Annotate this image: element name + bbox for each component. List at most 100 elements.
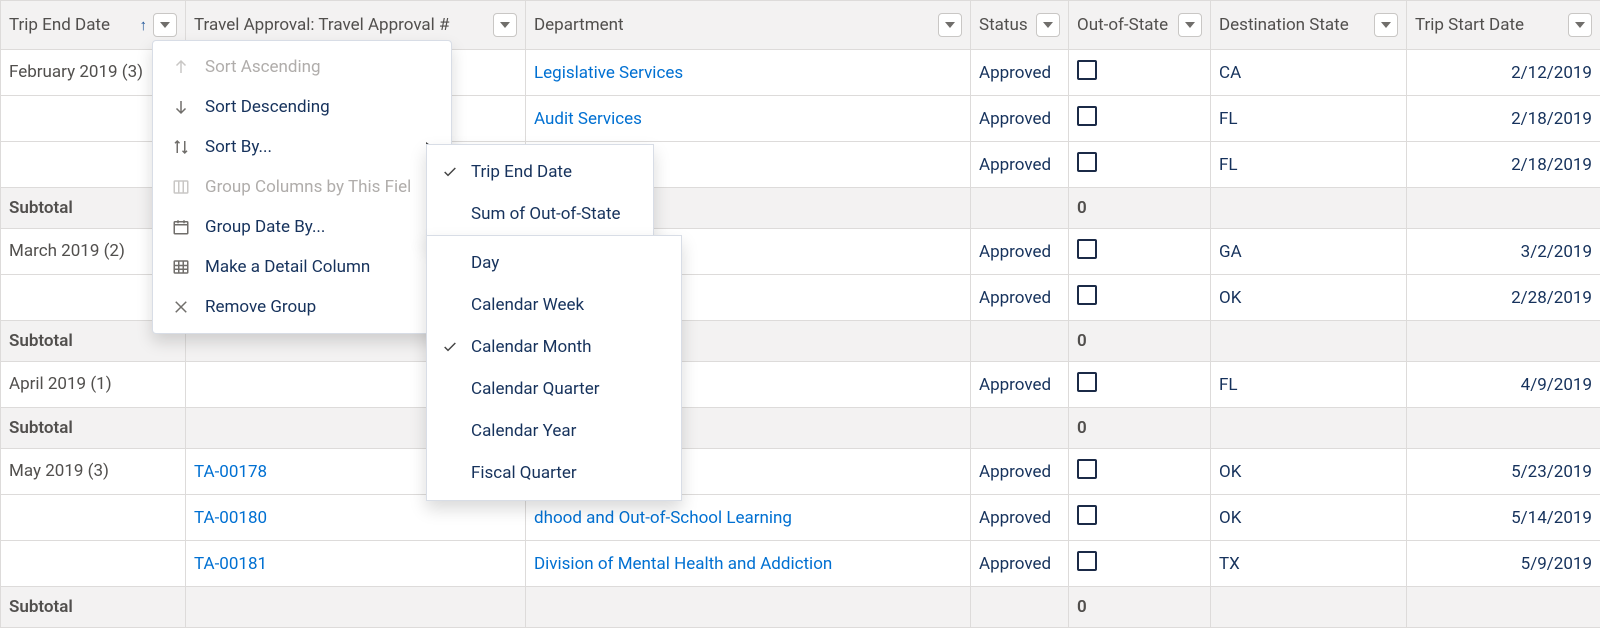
col-header-trip-start-date[interactable]: Trip Start Date: [1407, 1, 1600, 50]
menu-sort-descending[interactable]: Sort Descending: [153, 87, 451, 127]
cell-destination: FL: [1211, 362, 1407, 408]
arrow-up-icon: [171, 57, 191, 77]
subtotal-cell: [1211, 188, 1407, 229]
menu-label: Sort Ascending: [205, 57, 321, 77]
ta-link[interactable]: TA-00181: [194, 554, 267, 574]
cell-destination: CA: [1211, 50, 1407, 96]
cell-status: Approved: [971, 229, 1069, 275]
checkbox-unchecked[interactable]: [1077, 106, 1097, 126]
subtotal-cell: [186, 587, 526, 628]
menu-label: Remove Group: [205, 297, 316, 317]
dept-link[interactable]: Division of Mental Health and Addiction: [534, 554, 832, 574]
checkbox-unchecked[interactable]: [1077, 551, 1097, 571]
menu-label: Group Date By...: [205, 217, 325, 237]
col-label: Department: [534, 15, 932, 35]
check-icon: [441, 339, 459, 355]
submenu-day[interactable]: Day: [427, 242, 681, 284]
column-context-menu: Sort Ascending Sort Descending Sort By..…: [152, 40, 452, 334]
col-label: Travel Approval: Travel Approval #: [194, 15, 487, 35]
submenu-calendar-quarter[interactable]: Calendar Quarter: [427, 368, 681, 410]
menu-group-date-by[interactable]: Group Date By...: [153, 207, 451, 247]
col-header-status[interactable]: Status: [971, 1, 1069, 50]
submenu-calendar-week[interactable]: Calendar Week: [427, 284, 681, 326]
dept-link[interactable]: dhood and Out-of-School Learning: [534, 508, 792, 528]
cell-out-of-state: [1069, 541, 1211, 587]
columns-icon: [171, 177, 191, 197]
checkbox-unchecked[interactable]: [1077, 505, 1097, 525]
cell-out-of-state: [1069, 96, 1211, 142]
cell-trip-start: 4/9/2019: [1407, 362, 1600, 408]
cell-status: Approved: [971, 495, 1069, 541]
col-label: Status: [979, 15, 1030, 35]
subtotal-cell: [1407, 321, 1600, 362]
col-menu-button[interactable]: [1374, 13, 1398, 37]
cell-out-of-state: [1069, 50, 1211, 96]
cell-department: Legislative Services: [526, 50, 971, 96]
subtotal-oos: 0: [1069, 188, 1211, 229]
checkbox-unchecked[interactable]: [1077, 285, 1097, 305]
col-label: Out-of-State: [1077, 15, 1172, 35]
cell-status: Approved: [971, 275, 1069, 321]
col-menu-button[interactable]: [493, 13, 517, 37]
subtotal-oos: 0: [1069, 321, 1211, 362]
submenu-calendar-year[interactable]: Calendar Year: [427, 410, 681, 452]
submenu-sum-out-of-state[interactable]: Sum of Out-of-State: [427, 193, 653, 235]
submenu-calendar-month[interactable]: Calendar Month: [427, 326, 681, 368]
col-header-destination-state[interactable]: Destination State: [1211, 1, 1407, 50]
submenu-label: Calendar Week: [471, 295, 584, 315]
cell-status: Approved: [971, 142, 1069, 188]
submenu-label: Trip End Date: [471, 162, 572, 182]
col-header-out-of-state[interactable]: Out-of-State: [1069, 1, 1211, 50]
chevron-down-icon: [160, 22, 170, 28]
table-row: April 2019 (1)ounselApprovedFL4/9/2019: [1, 362, 1600, 408]
subtotal-cell: [971, 188, 1069, 229]
menu-remove-group[interactable]: Remove Group: [153, 287, 451, 327]
dept-link[interactable]: Legislative Services: [534, 63, 683, 83]
checkbox-unchecked[interactable]: [1077, 60, 1097, 80]
cell-department: Audit Services: [526, 96, 971, 142]
checkbox-unchecked[interactable]: [1077, 372, 1097, 392]
col-label: Destination State: [1219, 15, 1368, 35]
submenu-fiscal-quarter[interactable]: Fiscal Quarter: [427, 452, 681, 494]
checkbox-unchecked[interactable]: [1077, 239, 1097, 259]
chevron-down-icon: [1043, 22, 1053, 28]
subtotal-cell: [1211, 321, 1407, 362]
cell-department: Division of Mental Health and Addiction: [526, 541, 971, 587]
cell-out-of-state: [1069, 142, 1211, 188]
sort-asc-icon: ↑: [140, 16, 148, 34]
cell-destination: FL: [1211, 142, 1407, 188]
check-icon: [441, 164, 459, 180]
ta-link[interactable]: TA-00180: [194, 508, 267, 528]
cell-destination: FL: [1211, 96, 1407, 142]
checkbox-unchecked[interactable]: [1077, 459, 1097, 479]
submenu-trip-end-date[interactable]: Trip End Date: [427, 151, 653, 193]
menu-make-detail-column[interactable]: Make a Detail Column: [153, 247, 451, 287]
subtotal-cell: [526, 587, 971, 628]
col-label: Trip End Date: [9, 15, 134, 35]
col-menu-button[interactable]: [1568, 13, 1592, 37]
table-row: May 2019 (3)TA-00178Policy and PlanningA…: [1, 449, 1600, 495]
col-menu-button[interactable]: [1178, 13, 1202, 37]
sort-by-submenu: Trip End Date Sum of Out-of-State: [426, 144, 654, 242]
submenu-label: Sum of Out-of-State: [471, 204, 621, 224]
cell-trip-start: 5/14/2019: [1407, 495, 1600, 541]
menu-label: Sort Descending: [205, 97, 330, 117]
menu-sort-by[interactable]: Sort By...: [153, 127, 451, 167]
chevron-down-icon: [1185, 22, 1195, 28]
col-menu-button[interactable]: [153, 13, 177, 37]
col-menu-button[interactable]: [938, 13, 962, 37]
cell-out-of-state: [1069, 495, 1211, 541]
col-menu-button[interactable]: [1036, 13, 1060, 37]
col-header-department[interactable]: Department: [526, 1, 971, 50]
cell-trip-start: 2/12/2019: [1407, 50, 1600, 96]
checkbox-unchecked[interactable]: [1077, 152, 1097, 172]
subtotal-cell: [1407, 408, 1600, 449]
cell-travel-approval: TA-00181: [186, 541, 526, 587]
chevron-down-icon: [1575, 22, 1585, 28]
dept-link[interactable]: Audit Services: [534, 109, 642, 129]
close-icon: [171, 297, 191, 317]
cell-destination: TX: [1211, 541, 1407, 587]
ta-link[interactable]: TA-00178: [194, 462, 267, 482]
calendar-icon: [171, 217, 191, 237]
cell-status: Approved: [971, 362, 1069, 408]
